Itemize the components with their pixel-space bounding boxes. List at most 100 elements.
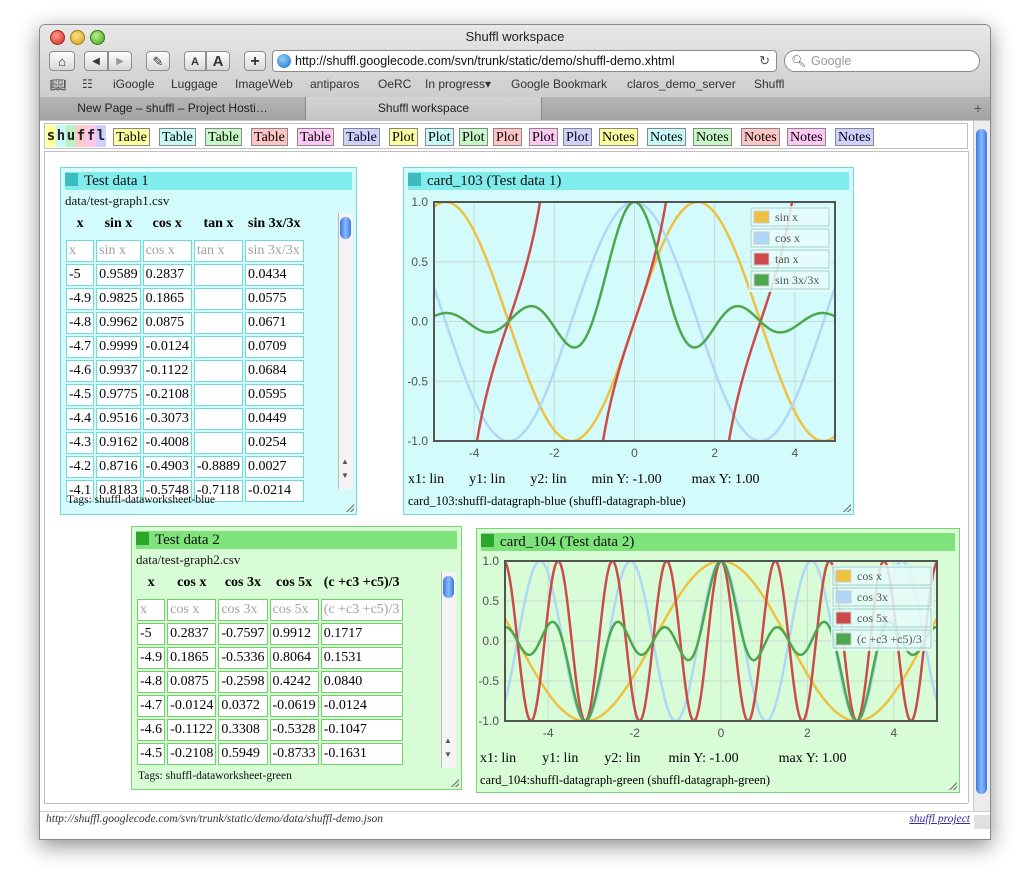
table-cell[interactable]: -0.7597 xyxy=(218,623,268,645)
table-cell[interactable]: -4.6 xyxy=(66,360,95,382)
address-bar[interactable]: http://shuffl.googlecode.com/svn/trunk/s… xyxy=(272,50,777,72)
palette-notes-12[interactable]: Notes xyxy=(599,128,638,146)
table-cell[interactable]: 0.0875 xyxy=(167,671,217,693)
table-cell[interactable]: -0.4008 xyxy=(142,432,192,454)
palette-plot-9[interactable]: Plot xyxy=(493,128,522,146)
palette-plot-6[interactable]: Plot xyxy=(389,128,418,146)
page-scrollbar[interactable] xyxy=(973,121,990,812)
card-header[interactable]: Test data 1 xyxy=(65,172,352,190)
table-cell[interactable]: 0.0449 xyxy=(245,408,304,430)
table-cell[interactable]: 0.9589 xyxy=(96,264,141,286)
table-cell[interactable]: 0.3308 xyxy=(218,719,268,741)
column-label-input[interactable]: cos 3x xyxy=(218,599,268,621)
table-cell[interactable]: -4.2 xyxy=(66,456,95,478)
column-label-input[interactable]: cos 5x xyxy=(269,599,319,621)
table-cell[interactable]: -0.1122 xyxy=(167,719,217,741)
table-cell[interactable]: 0.5949 xyxy=(218,743,268,765)
palette-plot-8[interactable]: Plot xyxy=(459,128,488,146)
scroll-thumb[interactable] xyxy=(443,576,454,598)
card-header[interactable]: Test data 2 xyxy=(136,531,457,549)
table-cell[interactable]: 0.0671 xyxy=(245,312,304,334)
column-label-input[interactable]: x xyxy=(66,240,95,262)
table-cell[interactable]: -0.8889 xyxy=(193,456,244,478)
table-cell[interactable] xyxy=(193,312,244,334)
table-cell[interactable]: -4.7 xyxy=(137,695,166,717)
table-cell[interactable]: -0.0619 xyxy=(269,695,319,717)
table-cell[interactable]: 0.0372 xyxy=(218,695,268,717)
palette-table-2[interactable]: Table xyxy=(205,128,242,146)
table-cell[interactable]: 0.9162 xyxy=(96,432,141,454)
table-cell[interactable]: -4.9 xyxy=(137,647,166,669)
bookmark-5-dropdown[interactable]: In progress▾ xyxy=(425,77,491,91)
table-cell[interactable]: -4.4 xyxy=(66,408,95,430)
table-cell[interactable]: 0.4242 xyxy=(269,671,319,693)
table-cell[interactable]: -4.5 xyxy=(137,743,166,765)
palette-notes-14[interactable]: Notes xyxy=(693,128,732,146)
bookmarks-book-icon[interactable]: 📖︎ xyxy=(50,77,67,93)
palette-notes-15[interactable]: Notes xyxy=(741,128,780,146)
shuffl-project-link[interactable]: shuffl project xyxy=(909,813,970,825)
table-cell[interactable]: -0.4903 xyxy=(142,456,192,478)
table-cell[interactable]: 0.0684 xyxy=(245,360,304,382)
palette-plot-11[interactable]: Plot xyxy=(563,128,592,146)
table-cell[interactable]: -4.3 xyxy=(66,432,95,454)
table-cell[interactable]: 0.0840 xyxy=(320,671,403,693)
table-cell[interactable]: 0.2837 xyxy=(142,264,192,286)
table-cell[interactable]: 0.2837 xyxy=(167,623,217,645)
home-button[interactable]: ⌂ xyxy=(49,51,75,71)
table-cell[interactable]: 0.0254 xyxy=(245,432,304,454)
palette-table-0[interactable]: Table xyxy=(113,128,150,146)
text-larger-button[interactable]: A xyxy=(206,51,230,71)
column-label-input[interactable]: cos x xyxy=(142,240,192,262)
resize-grip-icon[interactable] xyxy=(451,779,459,787)
table-cell[interactable]: -0.0124 xyxy=(167,695,217,717)
forward-button[interactable]: ▶ xyxy=(108,51,132,71)
scroll-thumb[interactable] xyxy=(340,217,351,239)
new-tab-icon[interactable]: + xyxy=(974,100,982,116)
table-scrollbar[interactable]: ▲ ▼ xyxy=(338,213,353,489)
table-cell[interactable]: 0.0027 xyxy=(245,456,304,478)
table-cell[interactable]: -4.7 xyxy=(66,336,95,358)
column-label-input[interactable]: (c +c3 +c5)/3 xyxy=(320,599,403,621)
bookmark-8[interactable]: Shuffl xyxy=(754,77,784,91)
table-cell[interactable]: -4.8 xyxy=(66,312,95,334)
table-cell[interactable]: -0.8733 xyxy=(269,743,319,765)
palette-table-4[interactable]: Table xyxy=(297,128,334,146)
table-scrollbar[interactable]: ▲ ▼ xyxy=(441,572,456,768)
card-header[interactable]: card_104 (Test data 2) xyxy=(481,533,955,551)
table-cell[interactable]: -0.2598 xyxy=(218,671,268,693)
table-cell[interactable] xyxy=(193,384,244,406)
add-bookmark-button[interactable]: + xyxy=(244,51,266,71)
table-cell[interactable]: -0.1631 xyxy=(320,743,403,765)
table-cell[interactable]: 0.1717 xyxy=(320,623,403,645)
table-cell[interactable]: -0.5328 xyxy=(269,719,319,741)
table-cell[interactable] xyxy=(193,408,244,430)
table-cell[interactable]: 0.0709 xyxy=(245,336,304,358)
palette-table-1[interactable]: Table xyxy=(159,128,196,146)
column-label-input[interactable]: sin x xyxy=(96,240,141,262)
bookmark-2[interactable]: ImageWeb xyxy=(235,77,293,91)
table-cell[interactable]: -0.1047 xyxy=(320,719,403,741)
datagraph-card-103[interactable]: card_103 (Test data 1) -4 -2 0 2 4 1.0 0.5 0.0 -… xyxy=(403,167,854,515)
table-cell[interactable]: 0.9999 xyxy=(96,336,141,358)
palette-plot-10[interactable]: Plot xyxy=(529,128,558,146)
table-cell[interactable]: 0.9775 xyxy=(96,384,141,406)
palette-notes-16[interactable]: Notes xyxy=(787,128,826,146)
table-cell[interactable]: -4.8 xyxy=(137,671,166,693)
table-cell[interactable]: -0.0124 xyxy=(142,336,192,358)
bookmark-7[interactable]: claros_demo_server xyxy=(627,77,736,91)
bookmark-6[interactable]: Google Bookmark xyxy=(511,77,607,91)
table-cell[interactable]: 0.0434 xyxy=(245,264,304,286)
resize-grip-icon[interactable] xyxy=(949,782,957,790)
page-scroll-thumb[interactable] xyxy=(976,129,987,794)
column-label-input[interactable]: sin 3x/3x xyxy=(245,240,304,262)
column-label-input[interactable]: tan x xyxy=(193,240,244,262)
datagraph-card-104[interactable]: card_104 (Test data 2) -4 -2 0 2 4 1.0 0.5 0.0-… xyxy=(476,528,960,793)
palette-notes-13[interactable]: Notes xyxy=(647,128,686,146)
table-cell[interactable] xyxy=(193,264,244,286)
palette-notes-17[interactable]: Notes xyxy=(835,128,874,146)
palette-plot-7[interactable]: Plot xyxy=(425,128,454,146)
bookmark-1[interactable]: Luggage xyxy=(171,77,218,91)
column-label-input[interactable]: cos x xyxy=(167,599,217,621)
table-cell[interactable]: 0.9912 xyxy=(269,623,319,645)
